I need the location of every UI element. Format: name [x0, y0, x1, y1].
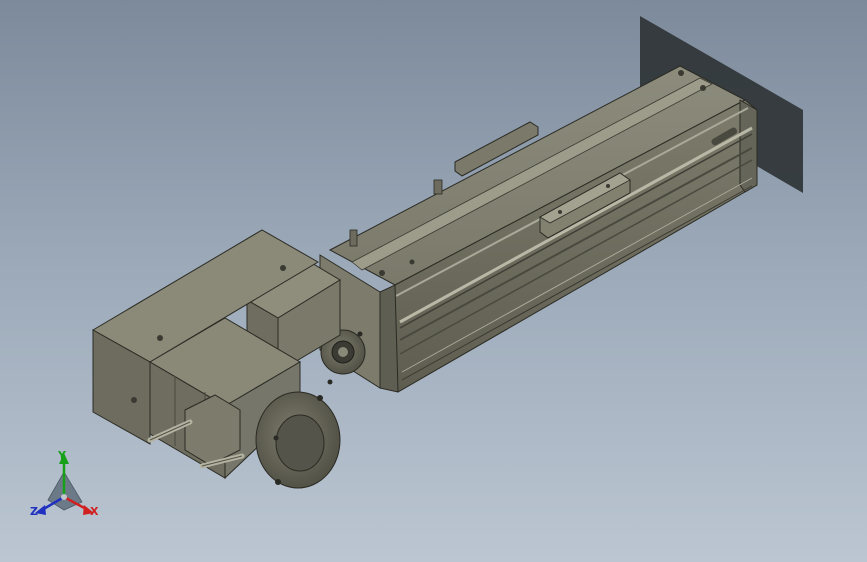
axis-y-label: Y — [58, 449, 66, 462]
axis-z-label: Z — [30, 505, 38, 518]
graphics-viewport[interactable]: Y X Z — [0, 0, 867, 562]
model-view[interactable] — [0, 0, 867, 562]
axis-triad — [35, 453, 94, 515]
axis-x-label: X — [90, 505, 99, 518]
